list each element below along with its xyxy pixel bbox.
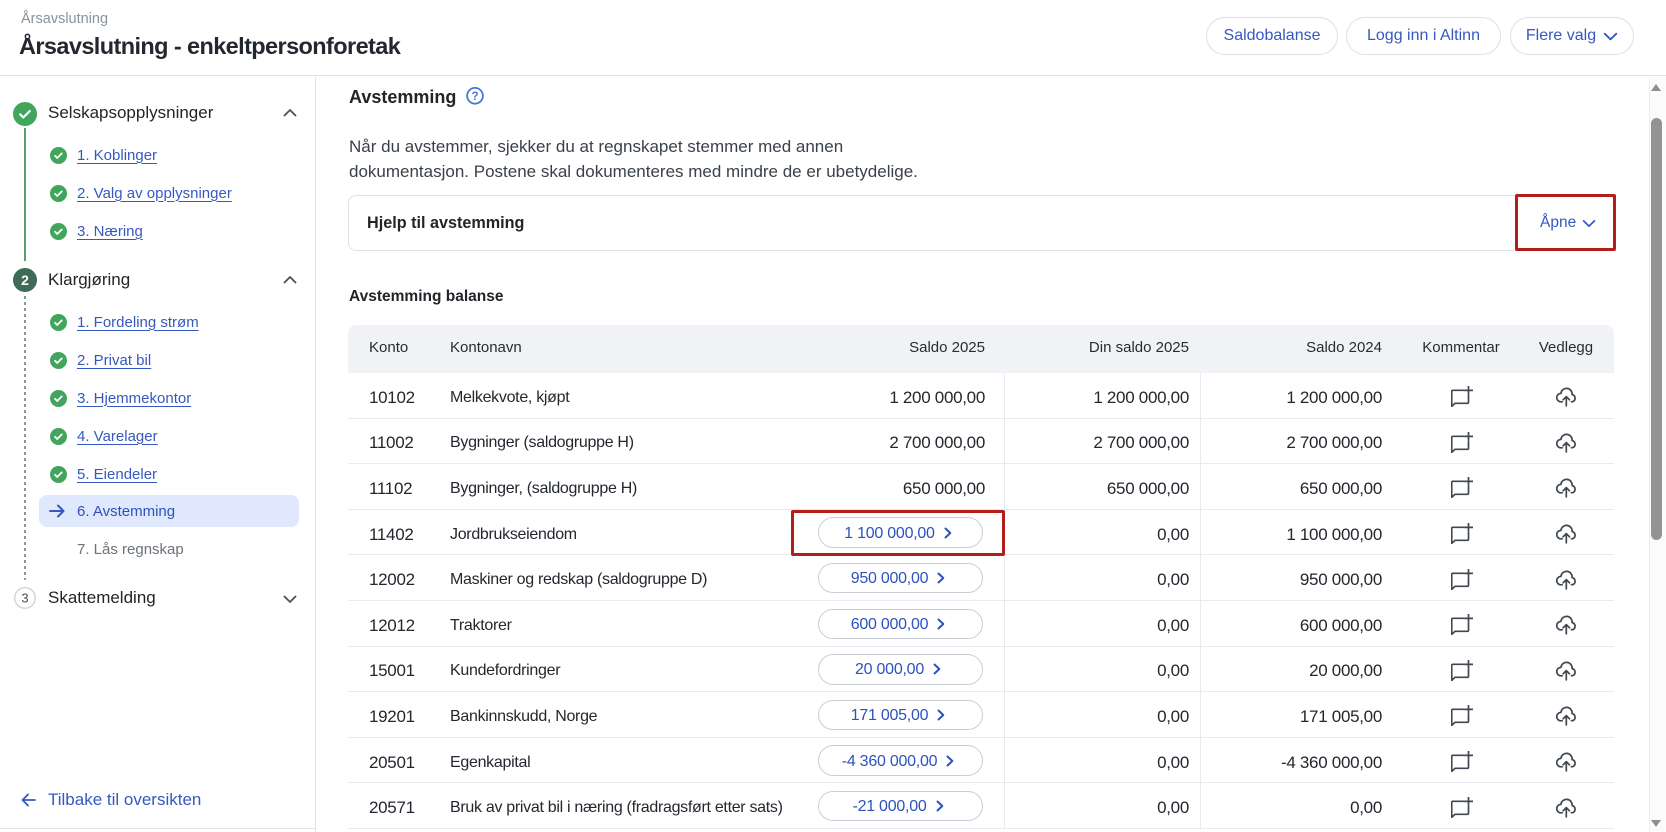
svg-text:?: ?: [471, 91, 478, 103]
svg-text:3: 3: [21, 591, 28, 606]
svg-text:2: 2: [21, 272, 29, 288]
